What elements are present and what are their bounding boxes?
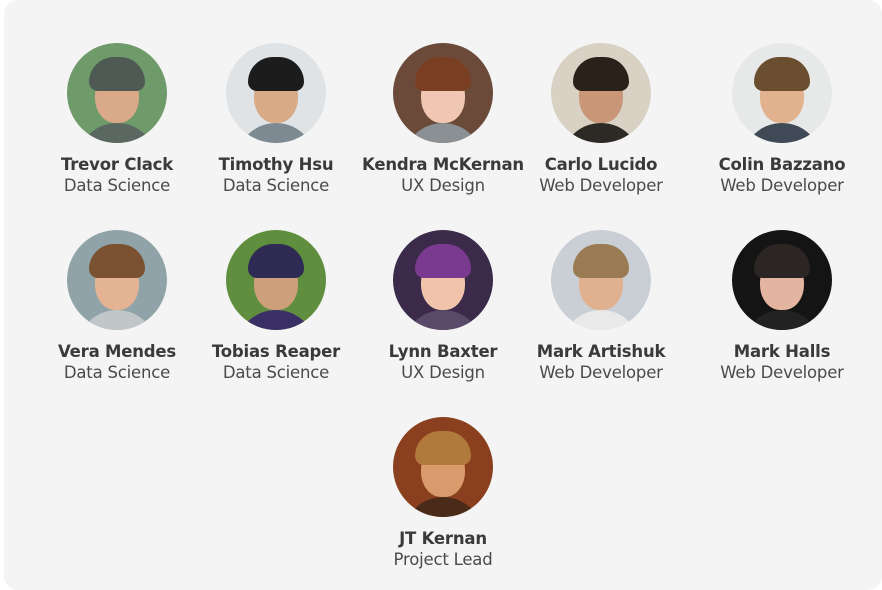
member-name: Carlo Lucido bbox=[544, 155, 658, 174]
member-role: Web Developer bbox=[720, 363, 844, 382]
member-role: Project Lead bbox=[393, 550, 493, 569]
member-name: JT Kernan bbox=[399, 529, 487, 548]
avatar bbox=[551, 43, 651, 143]
team-member: JT Kernan Project Lead bbox=[358, 417, 528, 569]
member-name: Kendra McKernan bbox=[362, 155, 524, 174]
avatar bbox=[67, 43, 167, 143]
member-role: Data Science bbox=[222, 363, 330, 382]
team-member: Tobias Reaper Data Science bbox=[191, 230, 361, 382]
team-member: Timothy Hsu Data Science bbox=[191, 43, 361, 195]
team-member: Trevor Clack Data Science bbox=[32, 43, 202, 195]
team-member: Kendra McKernan UX Design bbox=[358, 43, 528, 195]
member-role: UX Design bbox=[401, 363, 485, 382]
member-name: Vera Mendes bbox=[57, 342, 177, 361]
avatar bbox=[393, 417, 493, 517]
member-name: Trevor Clack bbox=[61, 155, 173, 174]
member-role: Web Developer bbox=[539, 176, 663, 195]
member-name: Timothy Hsu bbox=[218, 155, 334, 174]
member-role: Data Science bbox=[63, 176, 171, 195]
member-role: UX Design bbox=[401, 176, 485, 195]
member-role: Web Developer bbox=[539, 363, 663, 382]
avatar bbox=[393, 43, 493, 143]
member-role: Data Science bbox=[222, 176, 330, 195]
member-name: Colin Bazzano bbox=[718, 155, 846, 174]
member-name: Mark Artishuk bbox=[536, 342, 666, 361]
avatar bbox=[67, 230, 167, 330]
team-member: Mark Halls Web Developer bbox=[697, 230, 867, 382]
avatar bbox=[551, 230, 651, 330]
member-name: Mark Halls bbox=[733, 342, 831, 361]
team-member: Vera Mendes Data Science bbox=[32, 230, 202, 382]
team-member: Colin Bazzano Web Developer bbox=[697, 43, 867, 195]
team-member: Carlo Lucido Web Developer bbox=[516, 43, 686, 195]
member-name: Lynn Baxter bbox=[388, 342, 498, 361]
avatar bbox=[732, 43, 832, 143]
member-role: Web Developer bbox=[720, 176, 844, 195]
avatar bbox=[732, 230, 832, 330]
avatar bbox=[226, 43, 326, 143]
member-role: Data Science bbox=[63, 363, 171, 382]
team-member: Lynn Baxter UX Design bbox=[358, 230, 528, 382]
member-name: Tobias Reaper bbox=[211, 342, 341, 361]
avatar bbox=[393, 230, 493, 330]
team-card: Trevor Clack Data Science Timothy Hsu Data … bbox=[4, 0, 882, 590]
team-member: Mark Artishuk Web Developer bbox=[516, 230, 686, 382]
avatar bbox=[226, 230, 326, 330]
